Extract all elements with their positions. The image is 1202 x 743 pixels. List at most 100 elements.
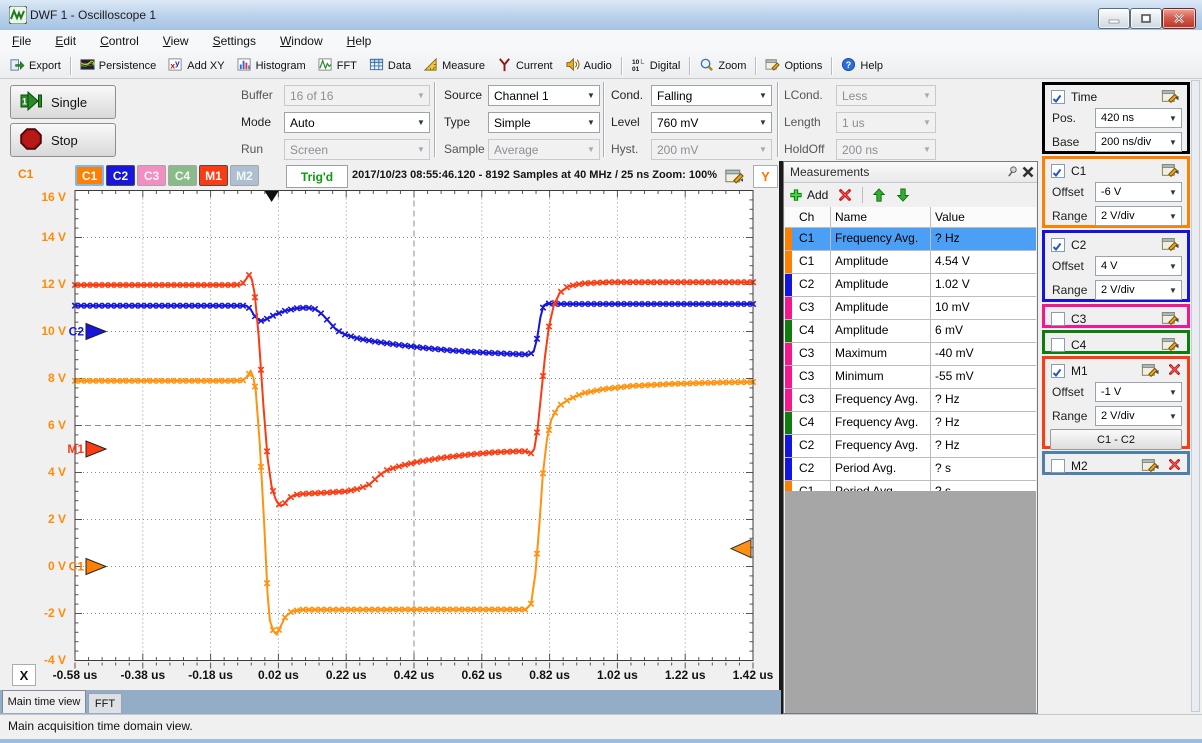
tab-fft[interactable]: FFT [88,693,122,713]
channel-button-c4[interactable]: C4 [168,165,197,186]
gear-icon[interactable] [1161,89,1181,104]
toolbar-persistence-button[interactable]: Persistence [74,55,162,77]
trigger-status-text: Trig'd [301,170,333,184]
tab-main-time-view[interactable]: Main time view [2,690,86,713]
measurement-row[interactable]: C1Frequency Avg.? Hz [785,228,1036,251]
measurement-row[interactable]: C1Amplitude4.54 V [785,251,1036,274]
measurement-row[interactable]: C2Frequency Avg.? Hz [785,435,1036,458]
add-measurement-button[interactable]: Add [789,188,828,202]
delete-measurement-button[interactable] [838,188,852,202]
toolbar-fft-button[interactable]: FFT [312,55,363,77]
remove-channel-icon[interactable] [1168,458,1182,472]
menu-view[interactable]: View [151,30,201,53]
checkbox-c3[interactable] [1051,312,1065,326]
menu-settings[interactable]: Settings [201,30,268,53]
measurement-row[interactable]: C4Frequency Avg.? Hz [785,412,1036,435]
combo-cond[interactable]: Falling▼ [651,85,772,106]
toolbar-options-button[interactable]: Options [759,55,828,77]
stop-button[interactable]: Stop [10,123,116,157]
toolbar-export-button[interactable]: Export [4,55,67,77]
panel-close-icon[interactable] [1022,165,1034,183]
menu-window[interactable]: Window [268,30,335,53]
y-tick-label: 12 V [41,277,66,291]
sidebar-scrollbar[interactable] [1191,80,1200,712]
combo-m1-offset[interactable]: -1 V▼ [1095,382,1182,402]
svg-text:1: 1 [22,96,27,106]
menu-edit[interactable]: Edit [43,30,88,53]
single-button[interactable]: 1 Single [10,85,116,119]
toolbar-data-button[interactable]: Data [363,55,417,77]
math-function-button[interactable]: C1 - C2 [1050,429,1182,450]
measurement-row[interactable]: C2Amplitude1.02 V [785,274,1036,297]
checkbox-time[interactable] [1051,90,1065,104]
measurement-row[interactable]: C3Minimum-55 mV [785,366,1036,389]
checkbox-m1[interactable] [1051,364,1065,378]
toolbar-help-button[interactable]: ?Help [835,55,889,77]
gear-icon[interactable] [1141,363,1161,378]
menu-help[interactable]: Help [335,30,384,53]
channel-panel-time: TimePos.420 ns▼Base200 ns/div▼ [1042,82,1190,154]
row-label: Range [1052,283,1087,297]
remove-channel-icon[interactable] [1168,363,1182,377]
chevron-down-icon: ▼ [1165,138,1181,147]
move-up-button[interactable] [872,188,886,202]
toolbar-separator [862,187,863,203]
x-axis-button[interactable]: X [12,664,36,686]
channel-button-c1[interactable]: C1 [75,165,104,186]
app-icon [9,6,27,24]
channel-button-c3[interactable]: C3 [137,165,166,186]
pin-icon[interactable] [1006,165,1019,183]
combo-c1-offset[interactable]: -6 V▼ [1095,182,1182,202]
gear-icon[interactable] [1161,237,1181,252]
gear-icon[interactable] [1141,458,1161,473]
toolbar-audio-button[interactable]: Audio [559,55,618,77]
checkbox-c4[interactable] [1051,338,1065,352]
combo-c1-range[interactable]: 2 V/div▼ [1095,206,1182,226]
zoom-icon [699,57,714,75]
checkbox-c1[interactable] [1051,164,1065,178]
gear-icon[interactable] [1161,337,1181,352]
channel-button-m2[interactable]: M2 [230,165,259,186]
combo-mode[interactable]: Auto▼ [284,112,430,133]
title-bar[interactable]: DWF 1 - Oscilloscope 1 [0,0,1202,31]
move-down-button[interactable] [896,188,910,202]
waveform-chart[interactable]: C2M1C116 V14 V12 V10 V8 V6 V4 V2 V0 V-2 … [2,190,779,690]
combo-source[interactable]: Channel 1▼ [488,85,600,106]
measurement-row[interactable]: C3Frequency Avg.? Hz [785,389,1036,412]
toolbar-digital-button[interactable]: 1001Digital [625,55,687,77]
gear-icon[interactable] [1161,163,1181,178]
x-tick-label: 0.62 us [461,668,502,682]
checkbox-c2[interactable] [1051,238,1065,252]
minimize-button[interactable] [1098,8,1130,29]
combo-time-base[interactable]: 200 ns/div▼ [1095,132,1182,152]
menu-file[interactable]: File [0,30,43,53]
checkbox-m2[interactable] [1051,459,1065,473]
combo-type[interactable]: Simple▼ [488,112,600,133]
measurement-row[interactable]: C3Maximum-40 mV [785,343,1036,366]
plot-options-icon[interactable] [724,167,748,184]
combo-value: Simple [489,116,583,130]
menu-control[interactable]: Control [88,30,151,53]
combo-c2-offset[interactable]: 4 V▼ [1095,256,1182,276]
toolbar-addxy-button[interactable]: xyAdd XY [162,55,230,77]
combo-c2-range[interactable]: 2 V/div▼ [1095,280,1182,300]
restore-button[interactable] [1130,8,1162,29]
combo-level[interactable]: 760 mV▼ [651,112,772,133]
close-button[interactable] [1162,8,1196,29]
channel-button-c2[interactable]: C2 [106,165,135,186]
gear-icon[interactable] [1161,311,1181,326]
channel-color-swatch [785,274,792,296]
combo-m1-range[interactable]: 2 V/div▼ [1095,406,1182,426]
toolbar-histogram-button[interactable]: Histogram [231,55,312,77]
measurement-row[interactable]: C3Amplitude10 mV [785,297,1036,320]
measurement-row[interactable]: C2Period Avg.? s [785,458,1036,481]
measurement-row[interactable]: C4Amplitude6 mV [785,320,1036,343]
chevron-down-icon: ▼ [919,91,935,100]
toolbar-measure-button[interactable]: Measure [417,55,491,77]
channel-button-m1[interactable]: M1 [199,165,228,186]
combo-time-pos[interactable]: 420 ns▼ [1095,108,1182,128]
toolbar-current-button[interactable]: Current [491,55,559,77]
y-tick-label: 16 V [41,190,66,204]
toolbar-zoom-button[interactable]: Zoom [693,55,752,77]
y-axis-button[interactable]: Y [753,165,778,188]
